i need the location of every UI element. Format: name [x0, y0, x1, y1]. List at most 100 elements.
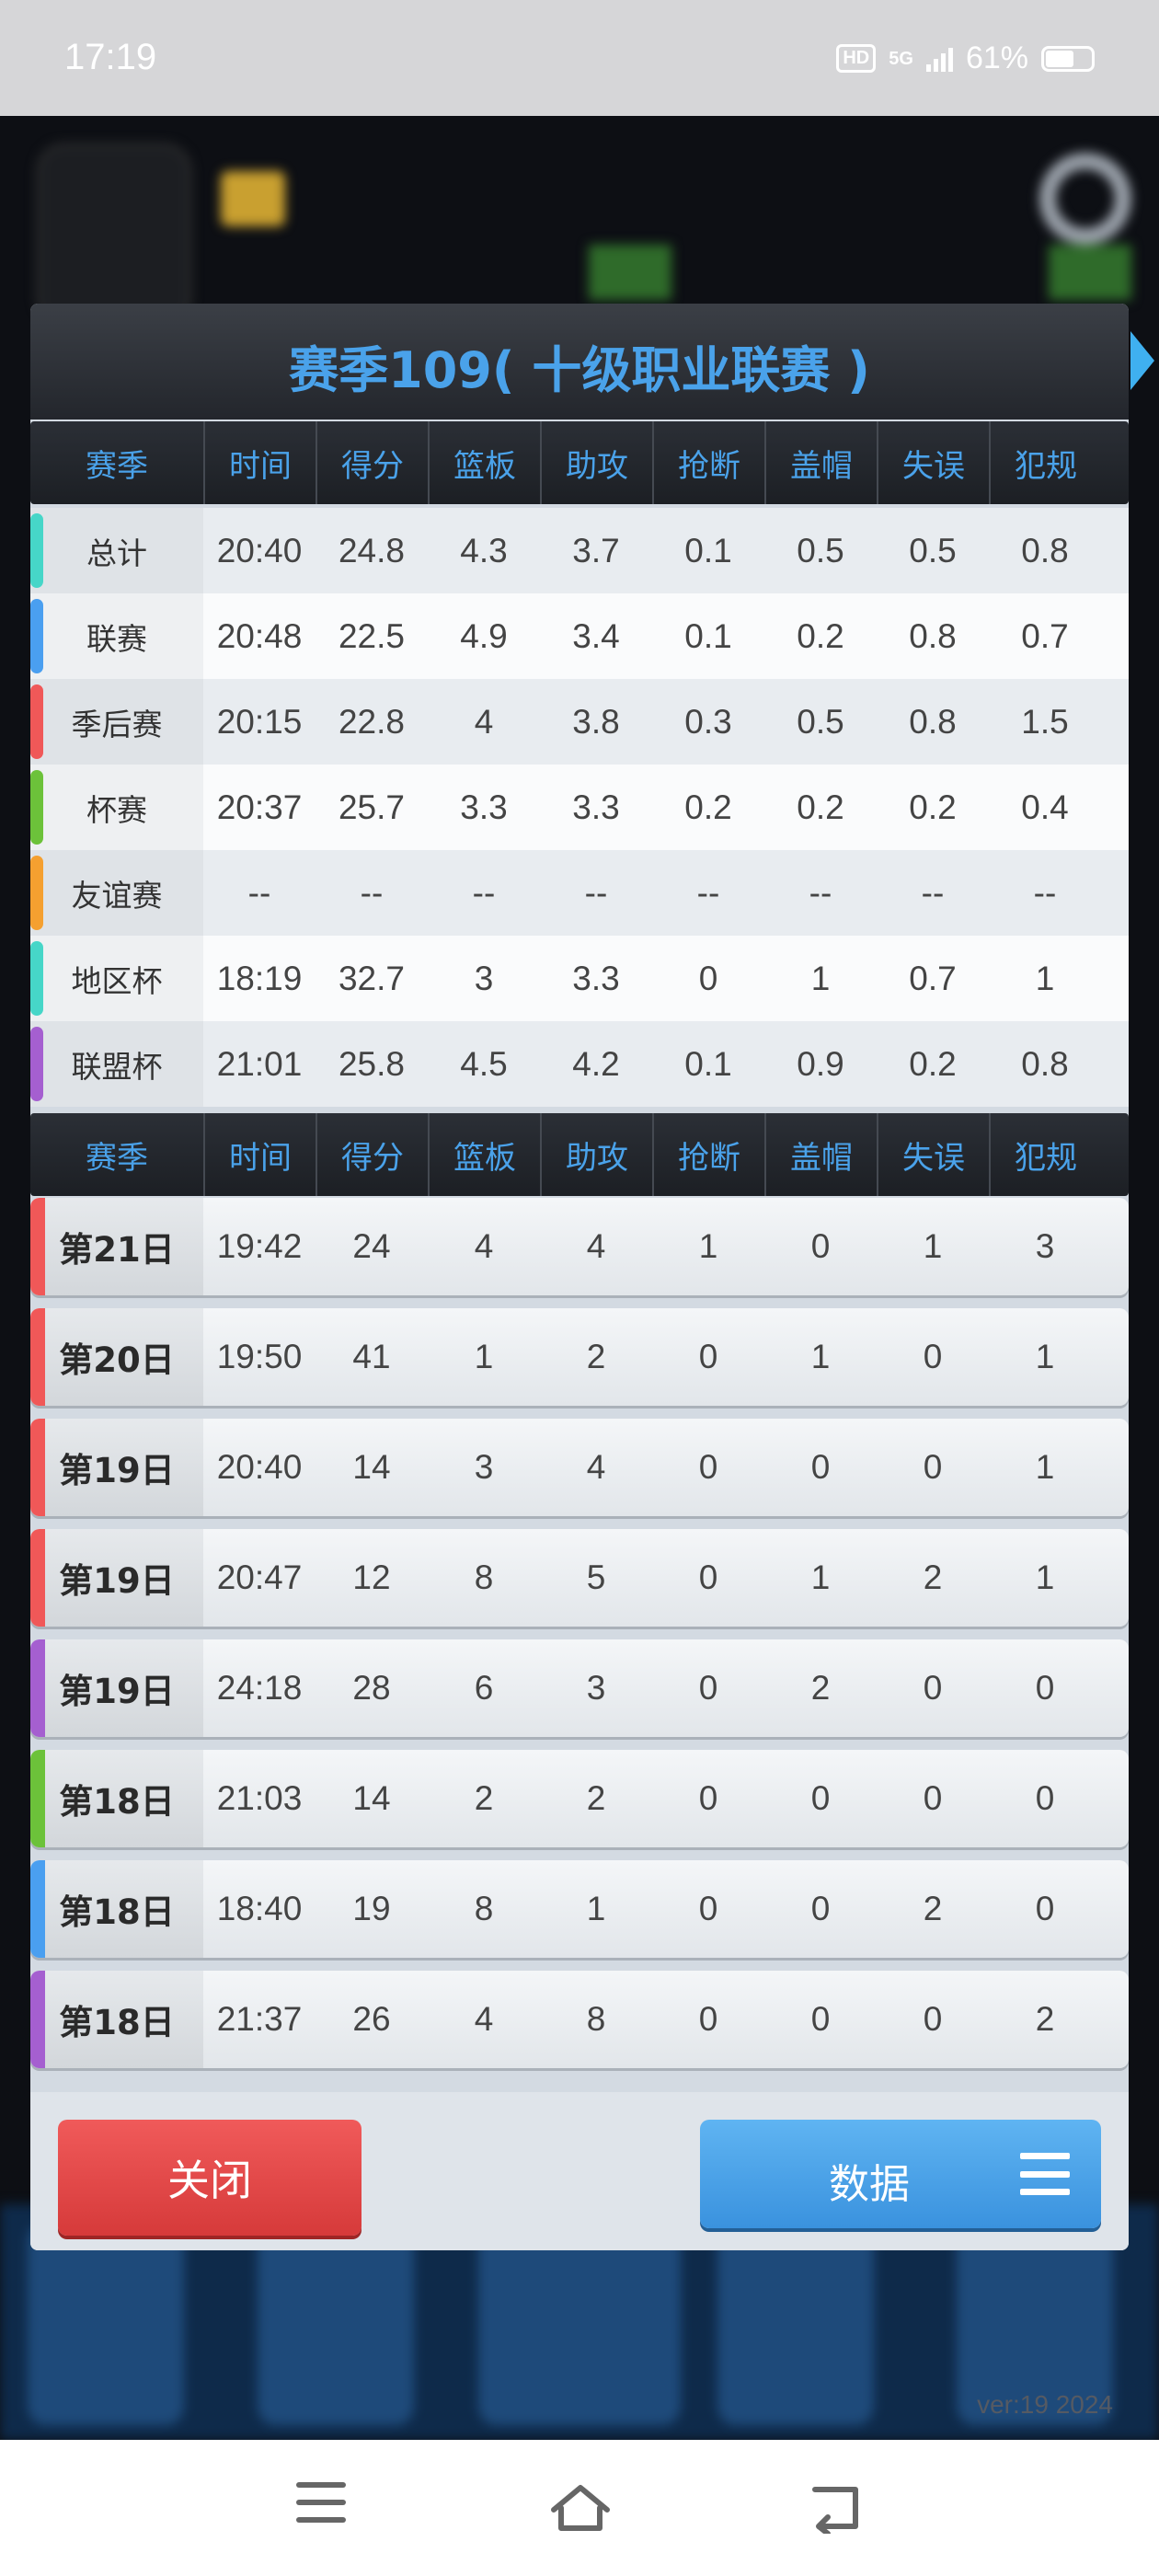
column-header: 盖帽 [764, 1113, 877, 1196]
battery-percent: 61% [965, 40, 1028, 75]
category-color-stripe [30, 684, 43, 759]
stat-cell: 14 [352, 1448, 391, 1486]
stat-cell: 0.2 [797, 788, 844, 826]
row-label: 第19日 [30, 1529, 203, 1627]
aggregate-row: 季后赛 20:15 22.8 4 3.8 0.3 0.5 0.8 1.5 [30, 679, 1129, 765]
back-icon[interactable] [808, 2482, 866, 2534]
stat-cell: 0.2 [684, 788, 732, 826]
stat-cell: 3 [1035, 1227, 1055, 1265]
category-color-stripe [30, 1308, 45, 1406]
stat-cell: 0.7 [1021, 616, 1069, 655]
bg-badge [1049, 245, 1131, 300]
category-color-stripe [30, 599, 43, 673]
gear-icon [1039, 153, 1131, 245]
game-row: 第18日 21:37 26 4 8 0 0 0 2 [30, 1971, 1129, 2068]
bottom-tile [478, 2223, 681, 2425]
stat-cell: 0 [698, 1558, 718, 1596]
game-row: 第19日 20:47 12 8 5 0 1 2 1 [30, 1529, 1129, 1627]
game-row: 第19日 24:18 28 6 3 0 2 0 0 [30, 1639, 1129, 1737]
column-header: 助攻 [540, 421, 652, 504]
games-table-header: 赛季 时间 得分 篮板 助攻 抢断 盖帽 失误 犯规 [30, 1113, 1129, 1196]
stat-cell: 20:15 [216, 702, 303, 741]
stat-cell: 0 [810, 1890, 831, 1927]
stat-cell: 4 [474, 2000, 494, 2038]
close-button[interactable]: 关闭 [58, 2120, 361, 2236]
column-header: 时间 [203, 421, 316, 504]
stat-cell: 0.4 [1021, 788, 1069, 826]
stat-cell: 0 [923, 1779, 943, 1817]
dialog-footer: 关闭 数据 [30, 2092, 1129, 2250]
stat-cell: 25.8 [338, 1044, 405, 1083]
stat-cell: 3.4 [572, 616, 620, 655]
column-header: 时间 [203, 1113, 316, 1196]
stat-cell: 0 [698, 1890, 718, 1927]
column-header: 犯规 [989, 421, 1101, 504]
column-header: 得分 [316, 1113, 428, 1196]
stat-cell: 0 [698, 2000, 718, 2038]
stat-cell: -- [584, 873, 608, 912]
stat-cell: 0 [1035, 1890, 1055, 1927]
stat-cell: 22.8 [338, 702, 405, 741]
column-header: 失误 [877, 421, 989, 504]
aggregate-row: 联赛 20:48 22.5 4.9 3.4 0.1 0.2 0.8 0.7 [30, 593, 1129, 679]
battery-icon [1041, 45, 1095, 72]
stat-cell: 24.8 [338, 531, 405, 569]
stat-cell: 3.8 [572, 702, 620, 741]
dialog-title-bar: 赛季109( 十级职业联赛 ) [30, 304, 1154, 420]
aggregate-table-header: 赛季 时间 得分 篮板 助攻 抢断 盖帽 失误 犯规 [30, 421, 1129, 504]
stat-cell: 1 [810, 1338, 831, 1375]
stat-cell: 1 [586, 1890, 606, 1927]
aggregate-row: 联盟杯 21:01 25.8 4.5 4.2 0.1 0.9 0.2 0.8 [30, 1021, 1129, 1107]
stat-cell: 18:40 [216, 1890, 303, 1927]
bottom-tile [717, 2223, 874, 2425]
crown-icon [221, 171, 285, 226]
stat-cell: 26 [352, 2000, 391, 2038]
stat-cell: 0 [698, 1669, 718, 1707]
aggregate-row: 地区杯 18:19 32.7 3 3.3 0 1 0.7 1 [30, 936, 1129, 1021]
stat-cell: 1.5 [1021, 702, 1069, 741]
stat-cell: -- [809, 873, 832, 912]
stat-cell: 1 [1035, 1448, 1055, 1486]
category-color-stripe [30, 941, 43, 1016]
stat-cell: 0.5 [797, 531, 844, 569]
next-season-arrow-icon[interactable] [1130, 331, 1154, 390]
stat-cell: 2 [586, 1338, 606, 1375]
stat-cell: 0.9 [797, 1044, 844, 1083]
row-label: 第18日 [30, 1971, 203, 2068]
stat-cell: 3.7 [572, 531, 620, 569]
row-label: 第19日 [30, 1419, 203, 1516]
game-row: 第18日 18:40 19 8 1 0 0 2 0 [30, 1860, 1129, 1958]
stat-cell: 22.5 [338, 616, 405, 655]
home-icon[interactable] [548, 2482, 613, 2534]
stat-cell: 1 [810, 1558, 831, 1596]
category-color-stripe [30, 1198, 45, 1295]
row-label: 第20日 [30, 1308, 203, 1406]
data-button[interactable]: 数据 [700, 2120, 1101, 2228]
stat-cell: 0 [923, 1338, 943, 1375]
stat-cell: 20:40 [216, 1448, 303, 1486]
stat-cell: 4.3 [460, 531, 508, 569]
stat-cell: -- [360, 873, 384, 912]
stat-cell: 19:42 [216, 1227, 303, 1265]
stats-dialog: 赛季109( 十级职业联赛 ) 赛季 时间 得分 篮板 助攻 抢断 盖帽 失误 … [30, 304, 1154, 2250]
stat-cell: 21:03 [216, 1779, 303, 1817]
category-color-stripe [30, 1860, 45, 1958]
recent-apps-icon[interactable] [296, 2482, 346, 2523]
stat-cell: 0.2 [909, 788, 957, 826]
stat-cell: 28 [352, 1669, 391, 1707]
row-label: 联盟杯 [30, 1021, 203, 1107]
stat-cell: 0 [923, 2000, 943, 2038]
stat-cell: 4 [586, 1448, 606, 1486]
stat-cell: 1 [810, 959, 831, 997]
stat-cell: 2 [810, 1669, 831, 1707]
stat-cell: 20:40 [216, 531, 303, 569]
stat-cell: 25.7 [338, 788, 405, 826]
stat-cell: -- [696, 873, 720, 912]
row-label: 总计 [30, 508, 203, 593]
stat-cell: 8 [586, 2000, 606, 2038]
hd-icon: HD [836, 44, 877, 73]
stat-cell: 0 [923, 1448, 943, 1486]
stat-cell: 2 [923, 1558, 943, 1596]
stat-cell: 0.8 [909, 702, 957, 741]
category-color-stripe [30, 513, 43, 588]
